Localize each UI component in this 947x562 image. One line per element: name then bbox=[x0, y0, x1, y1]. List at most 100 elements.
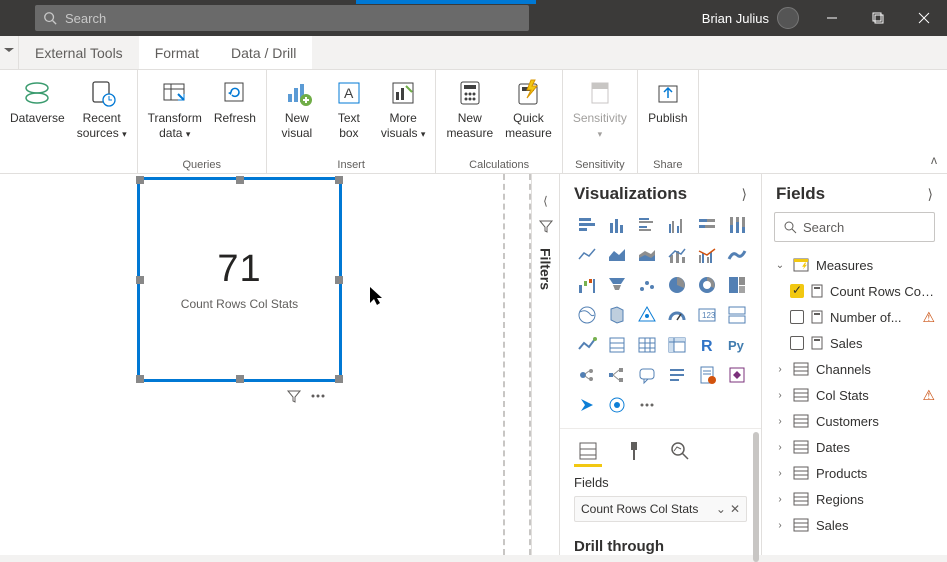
filters-pane-collapsed[interactable]: ⟨ Filters bbox=[531, 174, 559, 555]
collapse-pane-icon[interactable]: ⟩ bbox=[928, 186, 933, 203]
checkbox-checked[interactable] bbox=[790, 284, 804, 298]
more-visuals-button[interactable]: More visuals ▾ bbox=[377, 74, 430, 157]
hundred-stacked-column-icon[interactable] bbox=[724, 212, 750, 238]
resize-handle[interactable] bbox=[335, 276, 343, 284]
table-channels[interactable]: › Channels bbox=[762, 356, 947, 382]
r-visual-icon[interactable]: R bbox=[694, 332, 720, 358]
filled-map-icon[interactable] bbox=[604, 302, 630, 328]
resize-handle[interactable] bbox=[335, 375, 343, 383]
paginated-report-icon[interactable] bbox=[694, 362, 720, 388]
stacked-bar-chart-icon[interactable] bbox=[574, 212, 600, 238]
table-dates[interactable]: › Dates bbox=[762, 434, 947, 460]
table-sales[interactable]: › Sales bbox=[762, 512, 947, 538]
slicer-icon[interactable] bbox=[604, 332, 630, 358]
area-chart-icon[interactable] bbox=[604, 242, 630, 268]
card-visual[interactable]: 71 Count Rows Col Stats bbox=[137, 177, 342, 382]
checkbox[interactable] bbox=[790, 310, 804, 324]
resize-handle[interactable] bbox=[236, 176, 244, 184]
scatter-chart-icon[interactable] bbox=[634, 272, 660, 298]
checkbox[interactable] bbox=[790, 336, 804, 350]
publish-button[interactable]: Publish bbox=[644, 74, 692, 157]
global-search[interactable]: Search bbox=[35, 5, 529, 31]
clustered-bar-chart-icon[interactable] bbox=[634, 212, 660, 238]
collapse-ribbon-button[interactable]: ʌ bbox=[931, 153, 937, 167]
stacked-column-chart-icon[interactable] bbox=[604, 212, 630, 238]
table-col-stats[interactable]: › Col Stats ⚠ bbox=[762, 382, 947, 408]
kpi-icon[interactable] bbox=[574, 332, 600, 358]
close-button[interactable] bbox=[901, 0, 947, 36]
more-visuals-gallery-icon[interactable] bbox=[634, 392, 660, 418]
python-visual-icon[interactable]: Py bbox=[724, 332, 750, 358]
new-measure-button[interactable]: New measure bbox=[442, 74, 497, 157]
recent-sources-button[interactable]: Recent sources ▾ bbox=[73, 74, 131, 157]
search-icon bbox=[783, 220, 797, 234]
powerapps-visual-icon[interactable] bbox=[724, 362, 750, 388]
table-regions[interactable]: › Regions bbox=[762, 486, 947, 512]
table-products[interactable]: › Products bbox=[762, 460, 947, 486]
pane-title: Fields bbox=[776, 184, 825, 204]
field-number-of[interactable]: Number of... ⚠ bbox=[762, 304, 947, 330]
table-icon[interactable] bbox=[634, 332, 660, 358]
scrollbar[interactable] bbox=[753, 432, 759, 562]
treemap-chart-icon[interactable] bbox=[724, 272, 750, 298]
field-sales-measure[interactable]: Sales bbox=[762, 330, 947, 356]
power-automate-icon[interactable] bbox=[574, 392, 600, 418]
maximize-button[interactable] bbox=[855, 0, 901, 36]
refresh-button[interactable]: Refresh bbox=[210, 74, 260, 157]
chevron-down-icon[interactable]: ⌄ bbox=[716, 502, 726, 516]
dataverse-button[interactable]: Dataverse bbox=[6, 74, 69, 157]
analytics-tab[interactable] bbox=[666, 439, 694, 467]
minimize-button[interactable] bbox=[809, 0, 855, 36]
quick-measure-icon bbox=[513, 78, 543, 108]
multi-row-card-icon[interactable] bbox=[724, 302, 750, 328]
key-influencers-icon[interactable] bbox=[574, 362, 600, 388]
hundred-stacked-bar-icon[interactable] bbox=[694, 212, 720, 238]
table-measures[interactable]: ⌄ Measures bbox=[762, 252, 947, 278]
fields-well-item[interactable]: Count Rows Col Stats ⌄✕ bbox=[574, 496, 747, 522]
gauge-icon[interactable] bbox=[664, 302, 690, 328]
group-label-insert: Insert bbox=[337, 157, 365, 173]
line-stacked-column-icon[interactable] bbox=[664, 242, 690, 268]
card-visual-icon[interactable]: 123 bbox=[694, 302, 720, 328]
donut-chart-icon[interactable] bbox=[694, 272, 720, 298]
table-customers[interactable]: › Customers bbox=[762, 408, 947, 434]
funnel-chart-icon[interactable] bbox=[604, 272, 630, 298]
line-clustered-column-icon[interactable] bbox=[694, 242, 720, 268]
collapse-pane-icon[interactable]: ⟩ bbox=[742, 186, 747, 203]
pie-chart-icon[interactable] bbox=[664, 272, 690, 298]
ribbon-chart-icon[interactable] bbox=[724, 242, 750, 268]
line-chart-icon[interactable] bbox=[574, 242, 600, 268]
remove-field-icon[interactable]: ✕ bbox=[730, 502, 740, 516]
filter-icon[interactable] bbox=[286, 388, 302, 404]
tab-format[interactable]: Format bbox=[139, 36, 215, 69]
resize-handle[interactable] bbox=[136, 176, 144, 184]
new-visual-button[interactable]: New visual bbox=[273, 74, 321, 157]
azure-map-icon[interactable] bbox=[634, 302, 660, 328]
text-box-button[interactable]: A Text box bbox=[325, 74, 373, 157]
resize-handle[interactable] bbox=[136, 375, 144, 383]
matrix-icon[interactable] bbox=[664, 332, 690, 358]
user-account[interactable]: Brian Julius bbox=[692, 7, 809, 29]
transform-data-button[interactable]: Transform data ▾ bbox=[144, 74, 206, 157]
decomposition-tree-icon[interactable] bbox=[604, 362, 630, 388]
field-count-rows[interactable]: Count Rows Col ... bbox=[762, 278, 947, 304]
stacked-area-chart-icon[interactable] bbox=[634, 242, 660, 268]
resize-handle[interactable] bbox=[236, 375, 244, 383]
smart-narrative-icon[interactable] bbox=[664, 362, 690, 388]
build-visual-tab[interactable] bbox=[574, 439, 602, 467]
qa-visual-icon[interactable] bbox=[634, 362, 660, 388]
format-visual-tab[interactable] bbox=[620, 439, 648, 467]
map-icon[interactable] bbox=[574, 302, 600, 328]
report-canvas[interactable]: 71 Count Rows Col Stats bbox=[0, 174, 531, 555]
waterfall-chart-icon[interactable] bbox=[574, 272, 600, 298]
resize-handle[interactable] bbox=[136, 276, 144, 284]
goals-visual-icon[interactable] bbox=[604, 392, 630, 418]
resize-handle[interactable] bbox=[335, 176, 343, 184]
ribbon-corner[interactable] bbox=[0, 36, 19, 70]
tab-data-drill[interactable]: Data / Drill bbox=[215, 36, 312, 69]
quick-measure-button[interactable]: Quick measure bbox=[501, 74, 556, 157]
clustered-column-chart-icon[interactable] bbox=[664, 212, 690, 238]
more-options-icon[interactable] bbox=[310, 388, 326, 404]
fields-search[interactable]: Search bbox=[774, 212, 935, 242]
tab-external-tools[interactable]: External Tools bbox=[19, 36, 139, 69]
